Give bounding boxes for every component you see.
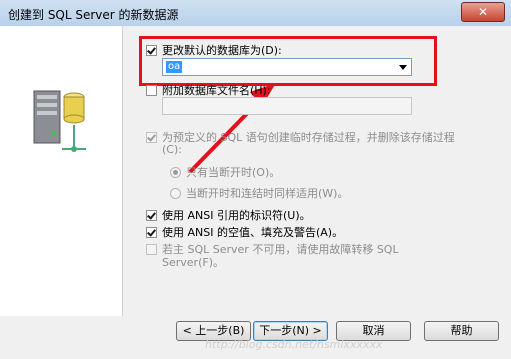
- watermark-text: http://blog.csdn.net/nsmlxxxxxx: [205, 338, 383, 351]
- help-button[interactable]: 帮助: [424, 321, 499, 341]
- window-title: 创建到 SQL Server 的新数据源: [8, 8, 179, 22]
- temp-stored-proc-checkbox[interactable]: 为预定义的 SQL 语句创建临时存储过程，并删除该存储过程: [146, 129, 455, 145]
- ansi-quoted-identifiers-label: 使用 ANSI 引用的标识符(U)。: [162, 209, 311, 222]
- temp-stored-proc-label-line2: (C):: [162, 143, 182, 156]
- server-database-icon: [33, 90, 86, 152]
- radio-dot[interactable]: [170, 166, 181, 178]
- ansi-nulls-checkbox[interactable]: 使用 ANSI 的空值、填充及警告(A)。: [146, 224, 343, 240]
- checkbox-box[interactable]: [146, 131, 157, 143]
- checkbox-box[interactable]: [146, 84, 157, 96]
- close-button[interactable]: ✕: [461, 2, 505, 22]
- radio-dot[interactable]: [170, 187, 181, 199]
- ansi-nulls-label: 使用 ANSI 的空值、填充及警告(A)。: [162, 226, 344, 239]
- radio-disconnect-and-connected[interactable]: 当断开时和连结时同样适用(W)。: [170, 185, 348, 201]
- attach-db-file-label: 附加数据库文件名(H):: [162, 84, 271, 97]
- radio-only-disconnect-label: 只有当断开时(O)。: [186, 166, 281, 179]
- temp-stored-proc-label-line1: 为预定义的 SQL 语句创建临时存储过程，并删除该存储过程: [162, 131, 455, 144]
- side-panel: [0, 26, 123, 316]
- failover-label-line2: Server(F)。: [162, 256, 224, 269]
- attach-db-file-checkbox[interactable]: 附加数据库文件名(H):: [146, 82, 271, 98]
- checkbox-box[interactable]: [146, 226, 157, 238]
- title-bar: 创建到 SQL Server 的新数据源 ✕: [0, 0, 511, 27]
- radio-only-disconnect[interactable]: 只有当断开时(O)。: [170, 164, 280, 180]
- checkbox-box[interactable]: [146, 243, 157, 255]
- radio-disconnect-and-connected-label: 当断开时和连结时同样适用(W)。: [186, 187, 349, 200]
- db-filename-input[interactable]: [162, 97, 412, 115]
- checkbox-box[interactable]: [146, 209, 157, 221]
- ansi-quoted-identifiers-checkbox[interactable]: 使用 ANSI 引用的标识符(U)。: [146, 207, 311, 223]
